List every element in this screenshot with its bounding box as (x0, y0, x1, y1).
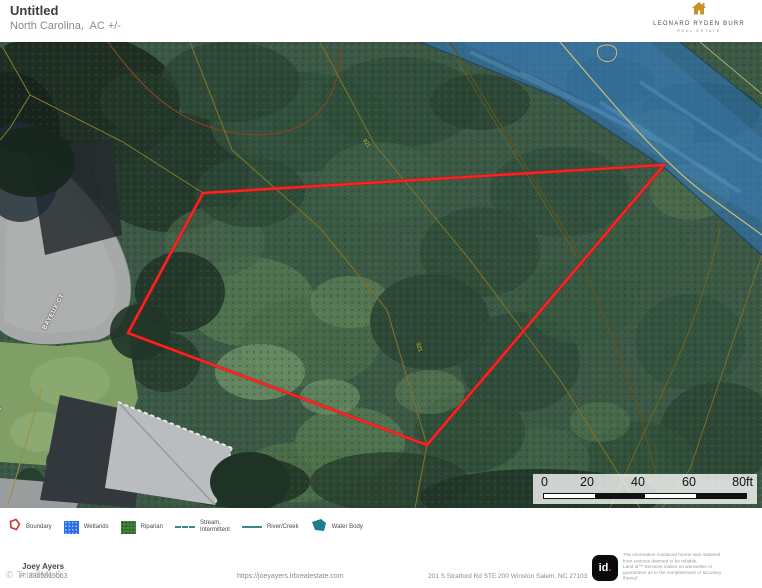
footer: Joey Ayers © TriadMLS P: 3365569063 http… (0, 546, 762, 588)
land-id-logo: id. (592, 555, 618, 581)
scale-tick-0: 0 (541, 475, 548, 489)
page-subtitle: North Carolina, AC +/- (10, 20, 121, 32)
water-body-swatch-icon (311, 518, 327, 537)
disclaimer: id. The information contained herein was… (592, 551, 758, 585)
scale-tick-40: 40 (631, 475, 645, 489)
aerial-imagery (0, 42, 762, 508)
scale-tick-80ft: 80ft (732, 475, 753, 489)
wetlands-swatch-icon (64, 521, 79, 534)
brand-tagline: REAL ESTATE (644, 28, 754, 33)
legend: Boundary Wetlands Riparian Stream, Inter… (0, 508, 762, 546)
legend-item-riparian: Riparian (121, 521, 163, 534)
brand-name: LEONARD RYDEN BURR (644, 21, 754, 27)
scale-bar-track (543, 493, 747, 499)
legend-label: Wetlands (84, 524, 109, 531)
office-address: 201 S Stratford Rd STE 200 Winston Salem… (428, 573, 587, 580)
boundary-swatch-icon (8, 518, 21, 536)
agent-website-link[interactable]: https://joeyayers.lrbrealestate.com (237, 573, 344, 580)
legend-label: Riparian (141, 524, 163, 531)
legend-item-wetlands: Wetlands (64, 521, 109, 534)
legend-label: Stream, Intermittent (200, 520, 230, 534)
stream-line-icon (175, 526, 195, 528)
scale-tick-20: 20 (580, 475, 594, 489)
house-icon (690, 2, 708, 19)
map-export-page: Untitled North Carolina, AC +/- LEONARD … (0, 0, 762, 588)
legend-item-stream-intermittent: Stream, Intermittent (175, 520, 230, 534)
riparian-swatch-icon (121, 521, 136, 534)
page-title: Untitled (10, 3, 58, 18)
header: Untitled North Carolina, AC +/- LEONARD … (0, 0, 762, 42)
scale-tick-60: 60 (682, 475, 696, 489)
river-line-icon (242, 526, 262, 528)
scale-bar: 0 20 40 60 80ft (533, 474, 757, 504)
legend-label: Boundary (26, 524, 52, 531)
legend-item-river-creek: River/Creek (242, 524, 299, 531)
disclaimer-text: The information contained herein was obt… (623, 553, 726, 582)
legend-label: Water Body (332, 524, 363, 531)
legend-label: River/Creek (267, 524, 299, 531)
map-canvas: BAYEUX CT BAYEUX CT 921 921 0 20 40 60 8… (0, 42, 762, 508)
legend-item-boundary: Boundary (8, 518, 52, 536)
brand-logo: LEONARD RYDEN BURR REAL ESTATE (644, 2, 754, 33)
agent-phone: P: 3365569063 (20, 573, 68, 580)
legend-item-water-body: Water Body (311, 518, 363, 537)
